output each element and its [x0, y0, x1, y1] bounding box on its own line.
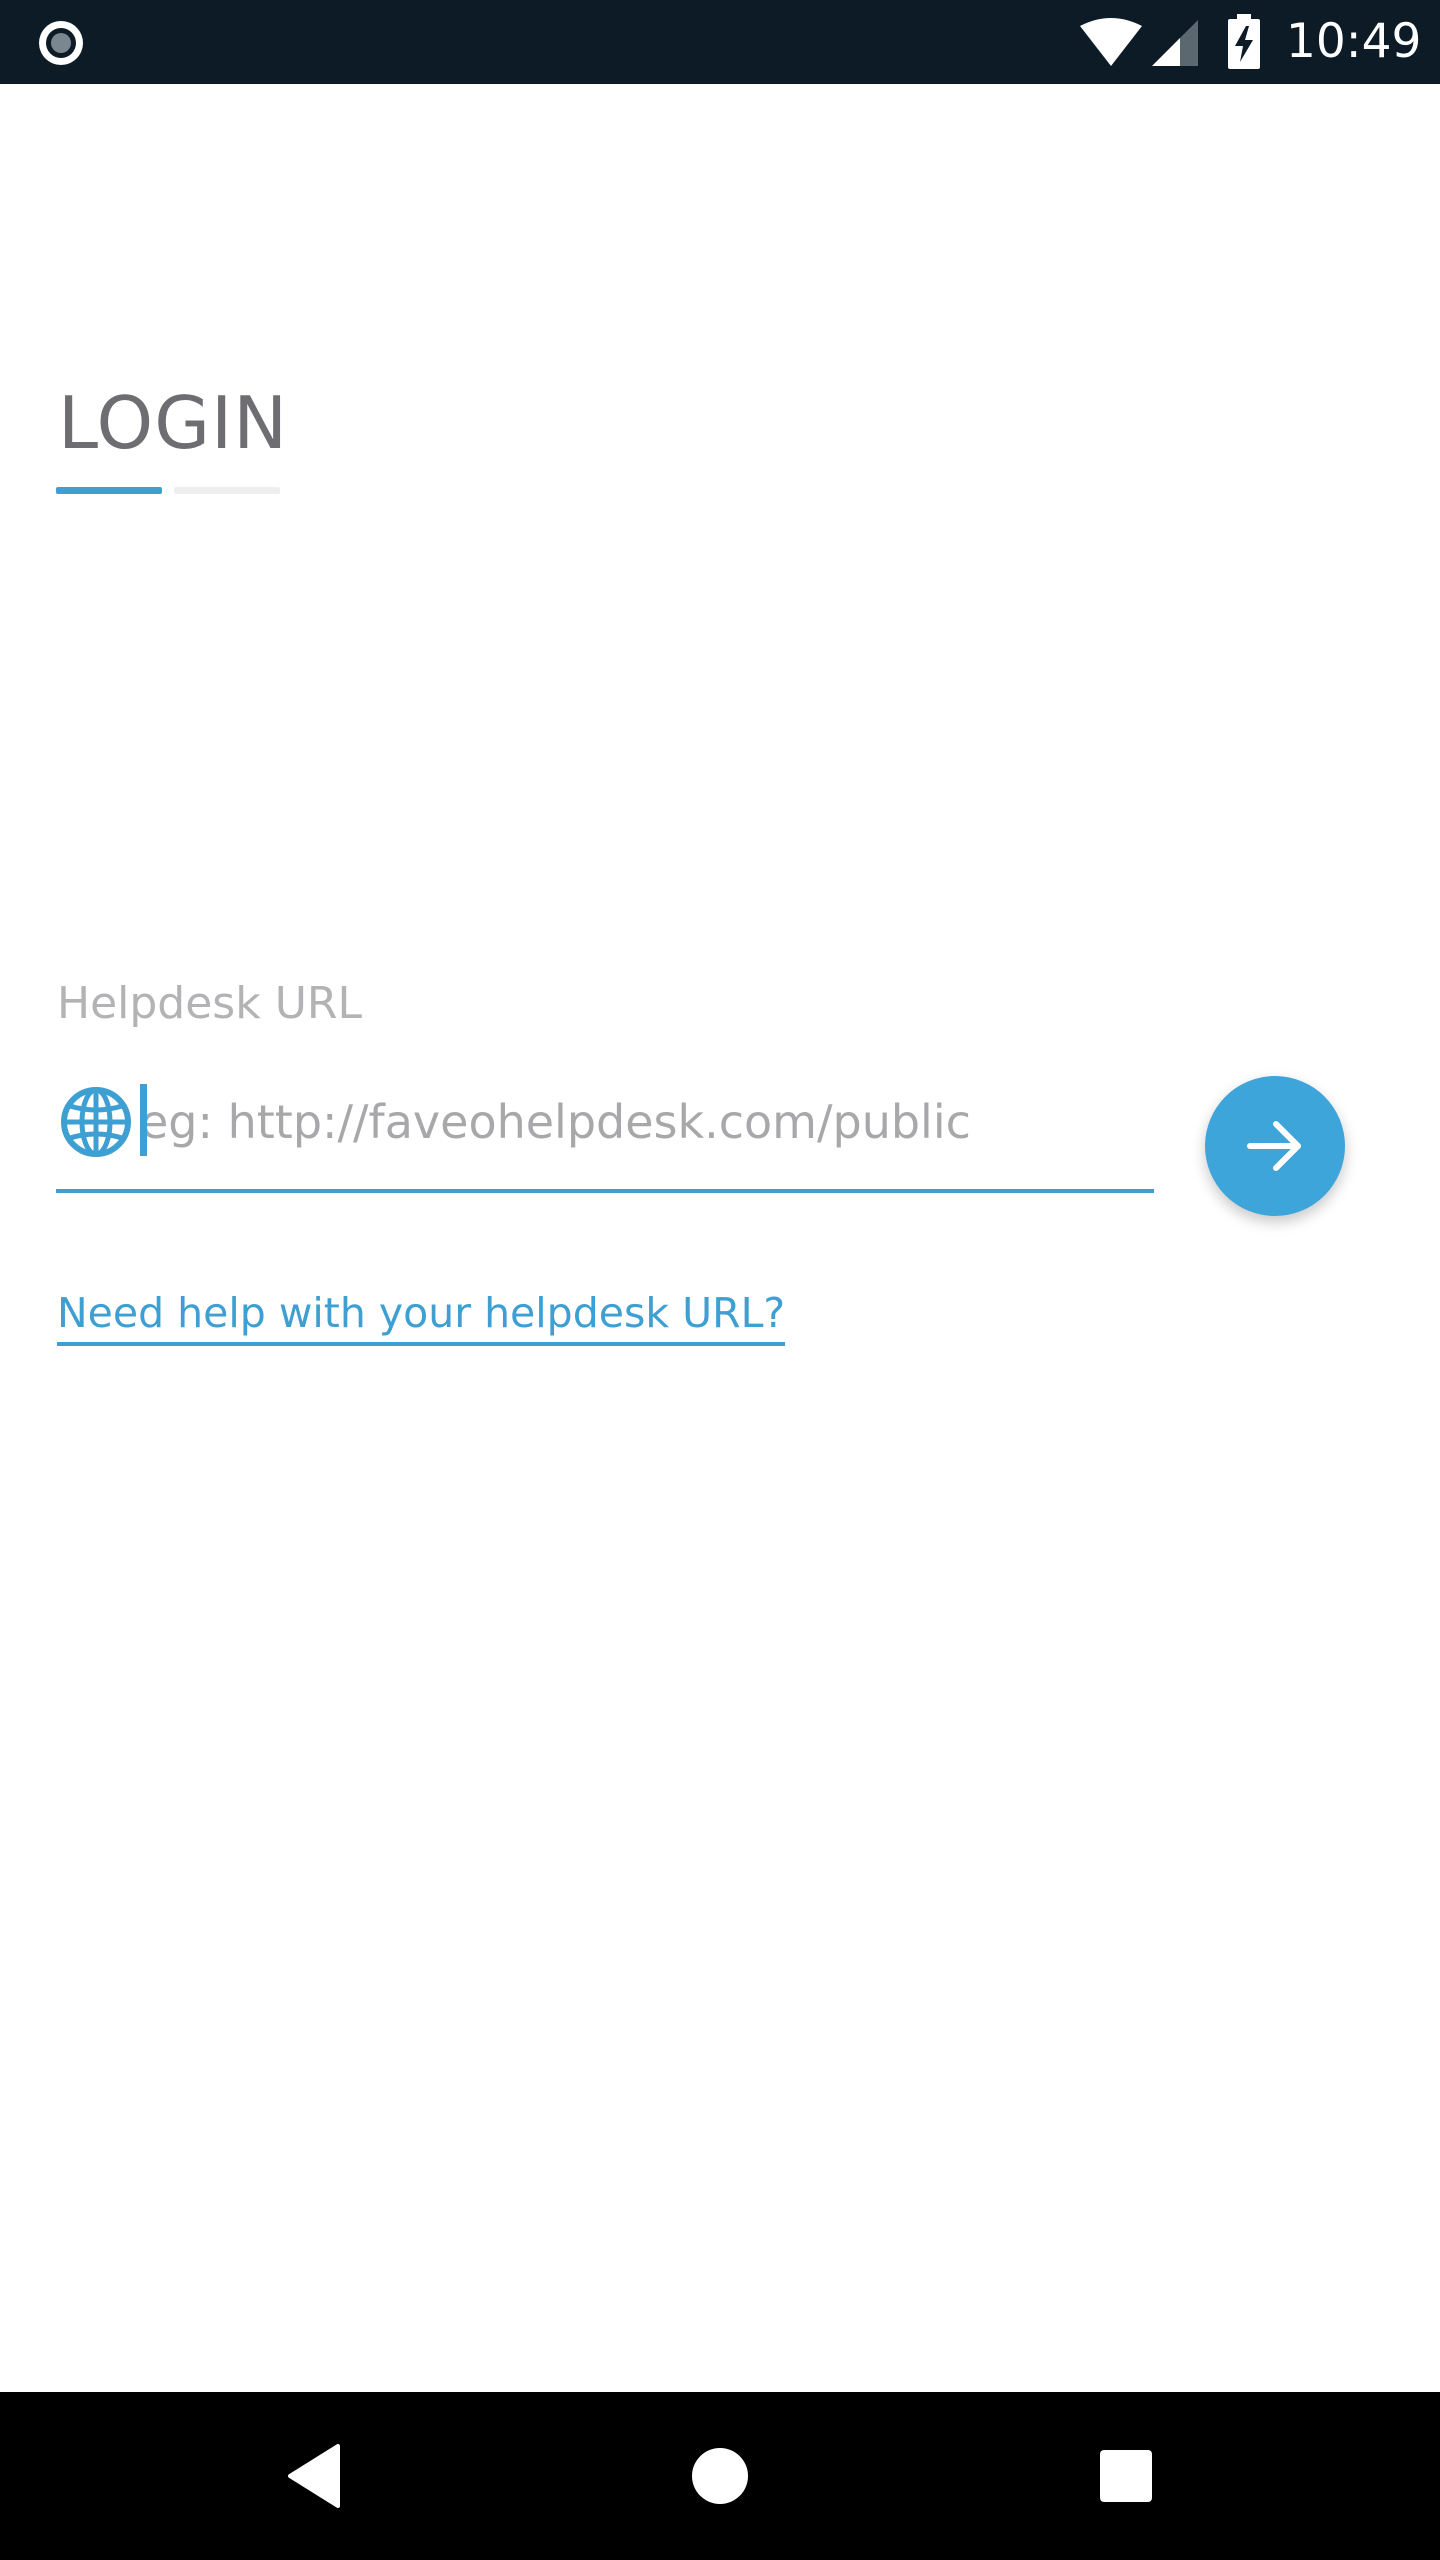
home-icon[interactable] [680, 2436, 760, 2516]
recents-icon[interactable] [1086, 2436, 1166, 2516]
text-cursor [140, 1084, 147, 1156]
record-icon [39, 21, 83, 65]
submit-url-button[interactable] [1205, 1076, 1345, 1216]
page-indicator-active [56, 487, 162, 494]
help-url-link[interactable]: Need help with your helpdesk URL? [57, 1284, 786, 1346]
page-indicator-inactive [174, 487, 280, 494]
back-icon[interactable] [276, 2436, 356, 2516]
battery-charging-icon [1228, 14, 1260, 69]
url-field-underline [56, 1189, 1154, 1193]
signal-icon [1152, 20, 1198, 66]
wifi-icon [1080, 18, 1142, 66]
status-clock: 10:49 [1286, 14, 1422, 69]
globe-icon [61, 1087, 131, 1157]
navigation-bar [0, 2392, 1440, 2560]
page-title: LOGIN [58, 381, 289, 465]
helpdesk-url-input[interactable] [140, 1080, 1140, 1164]
status-bar: 10:49 [0, 0, 1440, 84]
arrow-right-icon [1247, 1121, 1301, 1171]
helpdesk-url-label: Helpdesk URL [57, 978, 362, 1029]
